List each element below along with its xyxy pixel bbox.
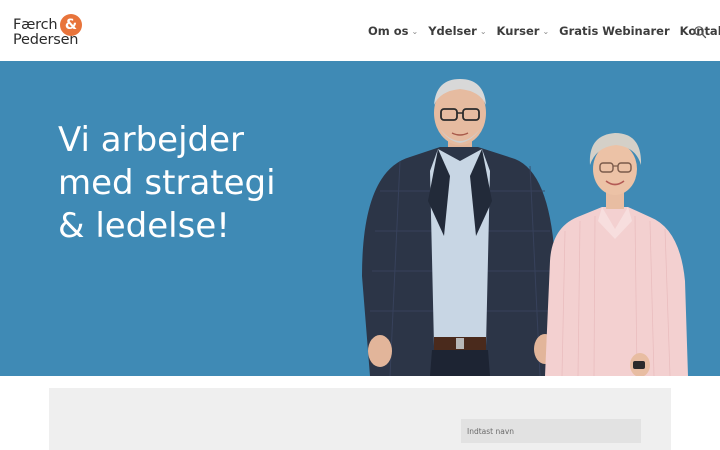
signup-form-card — [49, 388, 671, 450]
hero-title-line: Vi arbejder — [58, 120, 245, 160]
logo-text-line1: Færch — [13, 17, 58, 33]
chevron-down-icon: ⌄ — [542, 26, 550, 36]
nav-item-label: Gratis Webinarer — [559, 24, 670, 38]
hero-title-line: & ledelse! — [58, 206, 230, 246]
hero-title: Vi arbejder med strategi & ledelse! — [58, 119, 338, 248]
name-input[interactable] — [461, 419, 641, 443]
nav-item-kurser[interactable]: Kurser ⌄ — [497, 24, 550, 38]
woman-figure — [545, 133, 688, 376]
chevron-down-icon: ⌄ — [479, 26, 487, 36]
site-header: Færch & Pedersen Om os ⌄ Ydelser ⌄ Kurse… — [0, 0, 720, 60]
search-icon[interactable] — [693, 24, 707, 39]
logo[interactable]: Færch & Pedersen — [13, 14, 85, 48]
nav-item-label: Kurser — [496, 24, 540, 38]
chevron-down-icon: ⌄ — [411, 26, 419, 36]
nav-item-om-os[interactable]: Om os ⌄ — [368, 24, 418, 38]
man-figure — [362, 79, 558, 376]
nav-item-ydelser[interactable]: Ydelser ⌄ — [428, 24, 486, 38]
hero-banner: Vi arbejder med strategi & ledelse! — [0, 61, 720, 376]
main-nav: Om os ⌄ Ydelser ⌄ Kurser ⌄ Gratis Webina… — [368, 22, 720, 40]
nav-item-label: Om os — [368, 24, 409, 38]
logo-text-line2: Pedersen — [13, 32, 79, 48]
hero-title-line: med strategi — [58, 163, 276, 203]
nav-item-gratis-webinarer[interactable]: Gratis Webinarer — [559, 24, 670, 38]
hero-people-image — [362, 79, 688, 376]
nav-item-label: Ydelser — [428, 24, 477, 38]
